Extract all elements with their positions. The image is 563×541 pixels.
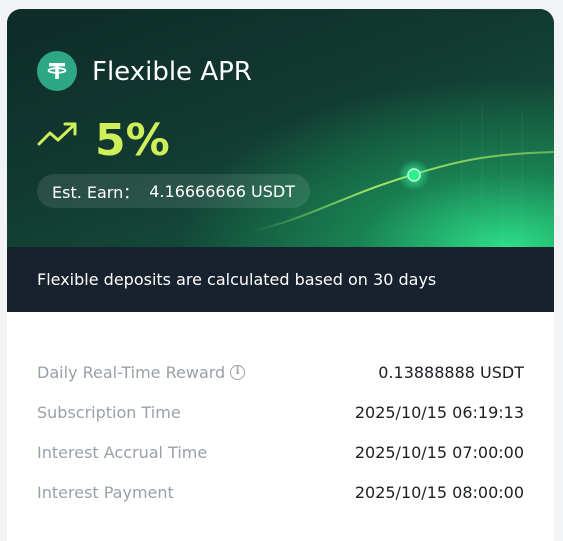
apr-value: 5% <box>95 115 170 166</box>
est-earn-badge: Est. Earn： 4.16666666 USDT <box>37 174 310 208</box>
detail-value: 0.13888888 USDT <box>378 362 524 382</box>
curve-marker-dot <box>407 168 421 182</box>
est-earn-value: 4.16666666 USDT <box>149 181 295 201</box>
details-list: Daily Real-Time Reward i 0.13888888 USDT… <box>7 312 554 512</box>
info-icon[interactable]: i <box>230 364 246 380</box>
product-title: Flexible APR <box>92 57 252 87</box>
detail-label: Subscription Time <box>37 402 181 422</box>
detail-row-interest-accrual-time: Interest Accrual Time 2025/10/15 07:00:0… <box>37 432 524 472</box>
trend-up-icon <box>37 122 77 146</box>
detail-value: 2025/10/15 06:19:13 <box>354 402 524 422</box>
detail-value: 2025/10/15 08:00:00 <box>354 482 524 502</box>
hero-decoration <box>251 104 554 247</box>
apr-hero-panel: Flexible APR 5% Est. Earn： 4.16666666 US… <box>7 9 554 247</box>
detail-row-daily-reward: Daily Real-Time Reward i 0.13888888 USDT <box>37 352 524 392</box>
flexible-apr-card: Flexible APR 5% Est. Earn： 4.16666666 US… <box>7 9 554 541</box>
detail-row-interest-payment: Interest Payment 2025/10/15 08:00:00 <box>37 472 524 512</box>
detail-label: Interest Accrual Time <box>37 442 208 462</box>
detail-label: Daily Real-Time Reward <box>37 362 226 382</box>
detail-label: Interest Payment <box>37 482 174 502</box>
detail-value: 2025/10/15 07:00:00 <box>354 442 524 462</box>
est-earn-label: Est. Earn： <box>52 183 140 202</box>
detail-row-subscription-time: Subscription Time 2025/10/15 06:19:13 <box>37 392 524 432</box>
calculation-note: Flexible deposits are calculated based o… <box>7 247 554 312</box>
tether-icon <box>37 51 77 91</box>
